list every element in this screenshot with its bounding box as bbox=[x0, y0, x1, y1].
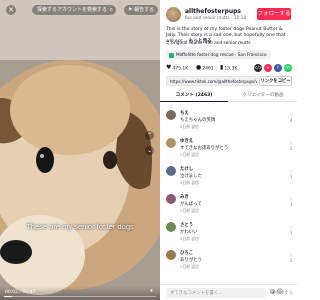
tab-creator-videos[interactable]: クリエイターの動画 bbox=[229, 91, 297, 102]
video-controls: 00:02 / 00:47 🔈︎ bbox=[0, 286, 160, 300]
send-icon[interactable]: ➤ bbox=[264, 64, 272, 72]
comment-item: ちえ ちえちゃんの笑顔 2日前 返信 ♡ 4 bbox=[166, 110, 294, 138]
like-button[interactable]: ♥475.1K bbox=[166, 63, 188, 73]
comment-like-button[interactable]: ♡ 1 bbox=[289, 225, 293, 235]
like-count: 475.1K bbox=[172, 66, 189, 72]
heart-icon: ♥ bbox=[166, 64, 172, 71]
flag-icon: ⚑ bbox=[128, 7, 133, 13]
comment-like-button[interactable]: ♡ 1 bbox=[289, 197, 293, 207]
embed-icon[interactable]: </> bbox=[254, 64, 262, 72]
comment-item: ひろこ ありがとう 2日前 返信 ♡ 2 bbox=[166, 250, 294, 278]
avatar[interactable] bbox=[166, 110, 176, 120]
comment-like-count: 4 bbox=[289, 118, 293, 123]
comment-meta[interactable]: 2日前 返信 bbox=[180, 236, 199, 242]
comment-like-count: 1 bbox=[289, 230, 293, 235]
avatar[interactable] bbox=[166, 166, 176, 176]
comment-text: かわいい bbox=[180, 230, 198, 235]
details-panel: allthefosterpups foo and senior mutts · … bbox=[160, 0, 297, 300]
avatar[interactable] bbox=[166, 194, 176, 204]
author-subtitle: foo and senior mutts · 10-10 bbox=[185, 16, 247, 21]
comment-meta[interactable]: 2日前 返信 bbox=[180, 152, 199, 158]
comment-input[interactable] bbox=[166, 288, 266, 298]
comment-like-count: 1 bbox=[289, 174, 293, 179]
bookmark-icon: ▮ bbox=[220, 64, 224, 71]
close-button[interactable]: ✕ bbox=[6, 5, 16, 15]
author-header: allthefosterpups foo and senior mutts · … bbox=[166, 5, 291, 25]
comment-text: がんばって bbox=[180, 202, 202, 207]
report-button[interactable]: ⚑ 報告する bbox=[124, 5, 159, 15]
comment-like-count: 2 bbox=[289, 146, 293, 151]
video-frame-dog bbox=[0, 0, 160, 300]
comment-like-count: 1 bbox=[289, 202, 293, 207]
video-player[interactable]: ✕ 探索するアカウントを検索する ⌕ ⚑ 報告する ⌃ ⌄ These are … bbox=[0, 0, 160, 300]
author-username[interactable]: allthefosterpups bbox=[185, 8, 241, 15]
comment-icon: ● bbox=[196, 64, 202, 71]
link-row: https://www.tiktok.com/@allthefosterpups… bbox=[166, 76, 292, 86]
comment-author[interactable]: みき bbox=[180, 194, 189, 200]
avatar[interactable] bbox=[166, 250, 176, 260]
comment-composer: @ ☺ 投稿する bbox=[160, 284, 297, 300]
comment-like-button[interactable]: ♡ 4 bbox=[289, 113, 293, 123]
comment-meta[interactable]: 2日前 返信 bbox=[180, 264, 199, 270]
comment-list[interactable]: ちえ ちえちゃんの笑顔 2日前 返信 ♡ 4 ゆきえ すてきなお話ありがとう 2日… bbox=[160, 106, 297, 282]
search-bar[interactable]: 探索するアカウントを検索する ⌕ bbox=[32, 5, 116, 15]
comment-author[interactable]: ひろこ bbox=[180, 250, 193, 256]
save-button[interactable]: ▮13.3K bbox=[220, 63, 237, 73]
comment-author[interactable]: ゆきえ bbox=[180, 138, 193, 144]
chevron-up-icon: ⌃ bbox=[146, 132, 153, 139]
stats-bar: ♥475.1K ●2461 ▮13.3K </> ➤ f ✆ bbox=[166, 63, 292, 73]
video-progress-bar[interactable] bbox=[4, 295, 156, 297]
comment-author[interactable]: ちえ bbox=[180, 110, 189, 116]
video-progress-fill bbox=[4, 295, 12, 297]
sound-link[interactable]: ♫ original sound - foo and senior mutts bbox=[166, 41, 251, 46]
avatar[interactable] bbox=[166, 7, 181, 22]
volume-icon[interactable]: 🔈︎ bbox=[150, 287, 154, 295]
comment-text: ありがとう bbox=[180, 258, 202, 263]
location-icon bbox=[169, 52, 174, 58]
search-text: 探索するアカウントを検索する bbox=[37, 7, 108, 13]
comment-author[interactable]: さとう bbox=[180, 222, 193, 228]
comment-meta[interactable]: 2日前 返信 bbox=[180, 180, 199, 186]
comment-button[interactable]: ●2461 bbox=[196, 63, 214, 73]
video-caption: These are my senior foster dogs bbox=[26, 222, 134, 231]
avatar[interactable] bbox=[166, 222, 176, 232]
facebook-icon[interactable]: f bbox=[274, 64, 282, 72]
comment-like-button[interactable]: ♡ 2 bbox=[289, 253, 293, 263]
whatsapp-icon[interactable]: ✆ bbox=[284, 64, 292, 72]
location-chip[interactable]: Moffolitte foster dog rescue · San Franc… bbox=[166, 50, 271, 59]
video-link-field[interactable]: https://www.tiktok.com/@allthefosterpups… bbox=[166, 76, 258, 86]
comment-item: たけし 泣けました 2日前 返信 ♡ 1 bbox=[166, 166, 294, 194]
comment-author[interactable]: たけし bbox=[180, 166, 193, 172]
previous-video-button[interactable]: ⌃ bbox=[145, 131, 154, 140]
comment-count: 2461 bbox=[202, 66, 214, 72]
copy-link-button[interactable]: リンクをコピー bbox=[259, 76, 292, 86]
tab-comments[interactable]: コメント (2463) bbox=[160, 91, 228, 102]
comment-meta[interactable]: 2日前 返信 bbox=[180, 124, 199, 130]
chevron-down-icon: ⌄ bbox=[146, 147, 153, 154]
avatar[interactable] bbox=[166, 138, 176, 148]
tab-bar: コメント (2463) クリエイターの動画 bbox=[160, 91, 297, 102]
post-button[interactable]: 投稿する bbox=[275, 290, 293, 296]
comment-meta[interactable]: 2日前 返信 bbox=[180, 208, 199, 214]
follow-button[interactable]: フォローする bbox=[257, 8, 291, 20]
comment-like-button[interactable]: ♡ 1 bbox=[289, 169, 293, 179]
video-time: 00:02 / 00:47 bbox=[5, 290, 36, 295]
location-chip-label: Moffolitte foster dog rescue · San Franc… bbox=[176, 52, 267, 57]
save-count: 13.3K bbox=[224, 66, 238, 72]
next-video-button[interactable]: ⌄ bbox=[145, 146, 154, 155]
comment-text: ちえちゃんの笑顔 bbox=[180, 118, 216, 123]
comment-like-button[interactable]: ♡ 2 bbox=[289, 141, 293, 151]
comment-item: ゆきえ すてきなお話ありがとう 2日前 返信 ♡ 2 bbox=[166, 138, 294, 166]
comment-text: すてきなお話ありがとう bbox=[180, 146, 229, 151]
report-label: 報告する bbox=[134, 7, 155, 13]
comment-like-count: 2 bbox=[289, 258, 293, 263]
comment-text: 泣けました bbox=[180, 174, 202, 179]
comment-item: さとう かわいい 2日前 返信 ♡ 1 bbox=[166, 222, 294, 250]
comment-item: みき がんばって 2日前 返信 ♡ 1 bbox=[166, 194, 294, 222]
search-icon: ⌕ bbox=[109, 6, 113, 13]
